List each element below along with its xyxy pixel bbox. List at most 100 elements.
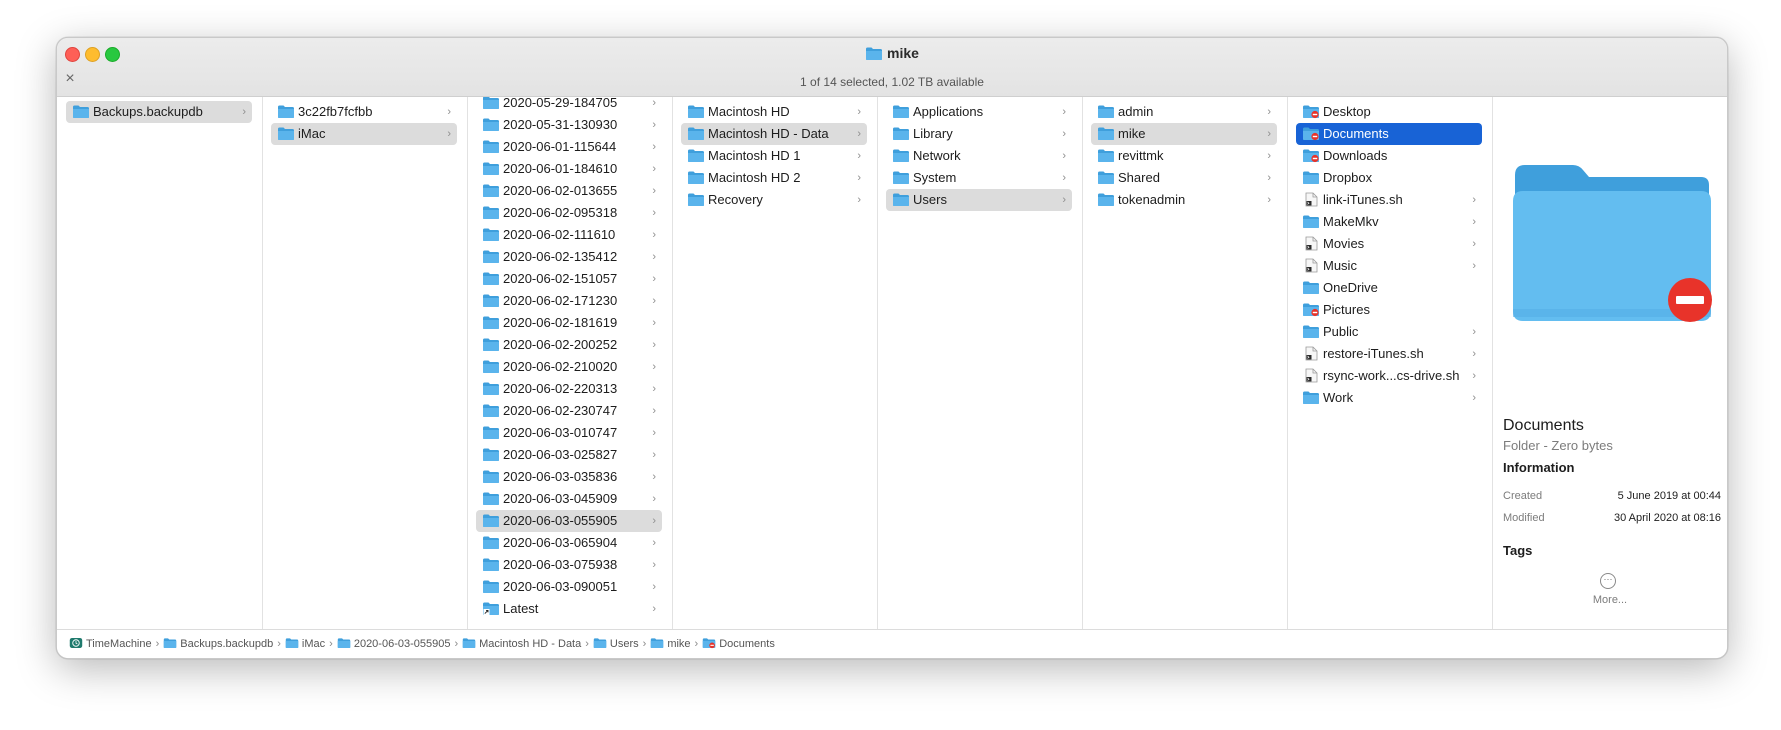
item-label: 2020-06-02-095318	[503, 205, 618, 220]
list-item[interactable]: 2020-06-02-230747 ›	[476, 400, 662, 422]
path-bar-item[interactable]: Documents	[702, 630, 775, 658]
list-item[interactable]: System ›	[886, 167, 1072, 189]
list-item[interactable]: 2020-06-02-200252 ›	[476, 334, 662, 356]
path-bar-item[interactable]: 2020-06-03-055905	[337, 630, 450, 658]
list-item[interactable]: Music ›	[1296, 255, 1482, 277]
path-bar-item[interactable]: Users	[593, 630, 639, 658]
list-item[interactable]: Latest ›	[476, 598, 662, 620]
list-item[interactable]: 2020-06-03-090051 ›	[476, 576, 662, 598]
item-label: 2020-06-02-151057	[503, 271, 618, 286]
list-item[interactable]: 2020-05-31-130930 ›	[476, 114, 662, 136]
script-file-icon	[1305, 236, 1318, 251]
list-item[interactable]: Recovery ›	[681, 189, 867, 211]
browser-column[interactable]: admin › mike › revittmk › Shared › tokenadmin ›	[1082, 97, 1288, 629]
path-bar-item[interactable]: mike	[650, 630, 691, 658]
list-item[interactable]: iMac ›	[271, 123, 457, 145]
folder-icon	[483, 514, 499, 527]
list-item[interactable]: Macintosh HD 1 ›	[681, 145, 867, 167]
list-item[interactable]: 2020-06-03-035836 ›	[476, 466, 662, 488]
path-bar: TimeMachine › Backups.backupdb › iMac › 2020-0…	[57, 629, 1727, 658]
list-item[interactable]: Public ›	[1296, 321, 1482, 343]
item-label: Network	[913, 148, 961, 163]
list-item[interactable]: rsync-work...cs-drive.sh ›	[1296, 365, 1482, 387]
list-item[interactable]: 2020-06-03-055905 ›	[476, 510, 662, 532]
list-item[interactable]: 2020-06-01-115644 ›	[476, 136, 662, 158]
more-icon[interactable]: ···	[1600, 573, 1616, 589]
list-item[interactable]: Movies ›	[1296, 233, 1482, 255]
folder-icon	[483, 206, 499, 219]
list-item[interactable]: 2020-06-02-181619 ›	[476, 312, 662, 334]
item-label: 2020-06-02-181619	[503, 315, 618, 330]
path-bar-item[interactable]: iMac	[285, 630, 325, 658]
item-label: Library	[913, 126, 953, 141]
list-item[interactable]: 2020-06-02-220313 ›	[476, 378, 662, 400]
browser-column[interactable]: 3c22fb7fcfbb › iMac ›	[262, 97, 468, 629]
item-label: link-iTunes.sh	[1323, 192, 1403, 207]
list-item[interactable]: 2020-06-03-075938 ›	[476, 554, 662, 576]
chevron-right-icon: ›	[1062, 194, 1066, 206]
list-item[interactable]: Pictures	[1296, 299, 1482, 321]
chevron-right-icon: ›	[652, 317, 656, 329]
list-item[interactable]: tokenadmin ›	[1091, 189, 1277, 211]
list-item[interactable]: 3c22fb7fcfbb ›	[271, 101, 457, 123]
path-bar-item[interactable]: TimeMachine	[69, 630, 152, 658]
list-item[interactable]: 2020-06-03-025827 ›	[476, 444, 662, 466]
list-item[interactable]: 2020-06-02-171230 ›	[476, 290, 662, 312]
folder-icon	[893, 171, 909, 184]
folder-icon	[483, 228, 499, 241]
list-item[interactable]: 2020-06-02-135412 ›	[476, 246, 662, 268]
browser-column[interactable]: Desktop Documents Downloads Dropbox link-iTu…	[1287, 97, 1493, 629]
item-label: 2020-06-03-010747	[503, 425, 618, 440]
item-label: 2020-06-02-210020	[503, 359, 618, 374]
list-item[interactable]: Macintosh HD ›	[681, 101, 867, 123]
list-item[interactable]: Network ›	[886, 145, 1072, 167]
path-bar-item[interactable]: Macintosh HD - Data	[462, 630, 581, 658]
list-item[interactable]: Shared ›	[1091, 167, 1277, 189]
list-item[interactable]: Backups.backupdb ›	[66, 101, 252, 123]
list-item[interactable]: mike ›	[1091, 123, 1277, 145]
list-item[interactable]: Applications ›	[886, 101, 1072, 123]
list-item[interactable]: Documents	[1296, 123, 1482, 145]
list-item[interactable]: Dropbox	[1296, 167, 1482, 189]
browser-column[interactable]: Macintosh HD › Macintosh HD - Data › Macinto…	[672, 97, 878, 629]
item-label: 2020-05-29-184705	[503, 97, 618, 110]
folder-icon	[893, 105, 909, 118]
list-item[interactable]: 2020-06-02-111610 ›	[476, 224, 662, 246]
list-item[interactable]: Work ›	[1296, 387, 1482, 409]
list-item[interactable]: MakeMkv ›	[1296, 211, 1482, 233]
list-item[interactable]: OneDrive	[1296, 277, 1482, 299]
folder-icon	[483, 97, 499, 109]
list-item[interactable]: Desktop	[1296, 101, 1482, 123]
item-label: Recovery	[708, 192, 763, 207]
browser-column[interactable]: Applications › Library › Network › System › User…	[877, 97, 1083, 629]
list-item[interactable]: Users ›	[886, 189, 1072, 211]
item-label: 2020-06-03-075938	[503, 557, 618, 572]
list-item[interactable]: 2020-06-02-013655 ›	[476, 180, 662, 202]
list-item[interactable]: 2020-06-02-210020 ›	[476, 356, 662, 378]
chevron-right-icon: ›	[1472, 392, 1476, 404]
browser-column[interactable]: 2020-05-29-184705 › 2020-05-31-130930 › 2020…	[467, 97, 673, 629]
list-item[interactable]: Library ›	[886, 123, 1072, 145]
item-label: 2020-06-02-171230	[503, 293, 618, 308]
list-item[interactable]: Macintosh HD - Data ›	[681, 123, 867, 145]
item-label: Shared	[1118, 170, 1160, 185]
list-item[interactable]: 2020-06-02-151057 ›	[476, 268, 662, 290]
list-item[interactable]: 2020-06-03-065904 ›	[476, 532, 662, 554]
folder-icon	[483, 558, 499, 571]
more-button[interactable]: More...	[1493, 594, 1727, 606]
list-item[interactable]: link-iTunes.sh ›	[1296, 189, 1482, 211]
list-item[interactable]: Downloads	[1296, 145, 1482, 167]
path-bar-item[interactable]: Backups.backupdb	[163, 630, 273, 658]
time-machine-icon	[69, 637, 83, 649]
browser-column[interactable]: Backups.backupdb ›	[57, 97, 263, 629]
list-item[interactable]: 2020-05-29-184705 ›	[476, 97, 662, 114]
list-item[interactable]: revittmk ›	[1091, 145, 1277, 167]
chevron-right-icon: ›	[242, 106, 246, 118]
list-item[interactable]: restore-iTunes.sh ›	[1296, 343, 1482, 365]
list-item[interactable]: 2020-06-02-095318 ›	[476, 202, 662, 224]
list-item[interactable]: 2020-06-03-010747 ›	[476, 422, 662, 444]
list-item[interactable]: 2020-06-03-045909 ›	[476, 488, 662, 510]
list-item[interactable]: 2020-06-01-184610 ›	[476, 158, 662, 180]
list-item[interactable]: admin ›	[1091, 101, 1277, 123]
list-item[interactable]: Macintosh HD 2 ›	[681, 167, 867, 189]
